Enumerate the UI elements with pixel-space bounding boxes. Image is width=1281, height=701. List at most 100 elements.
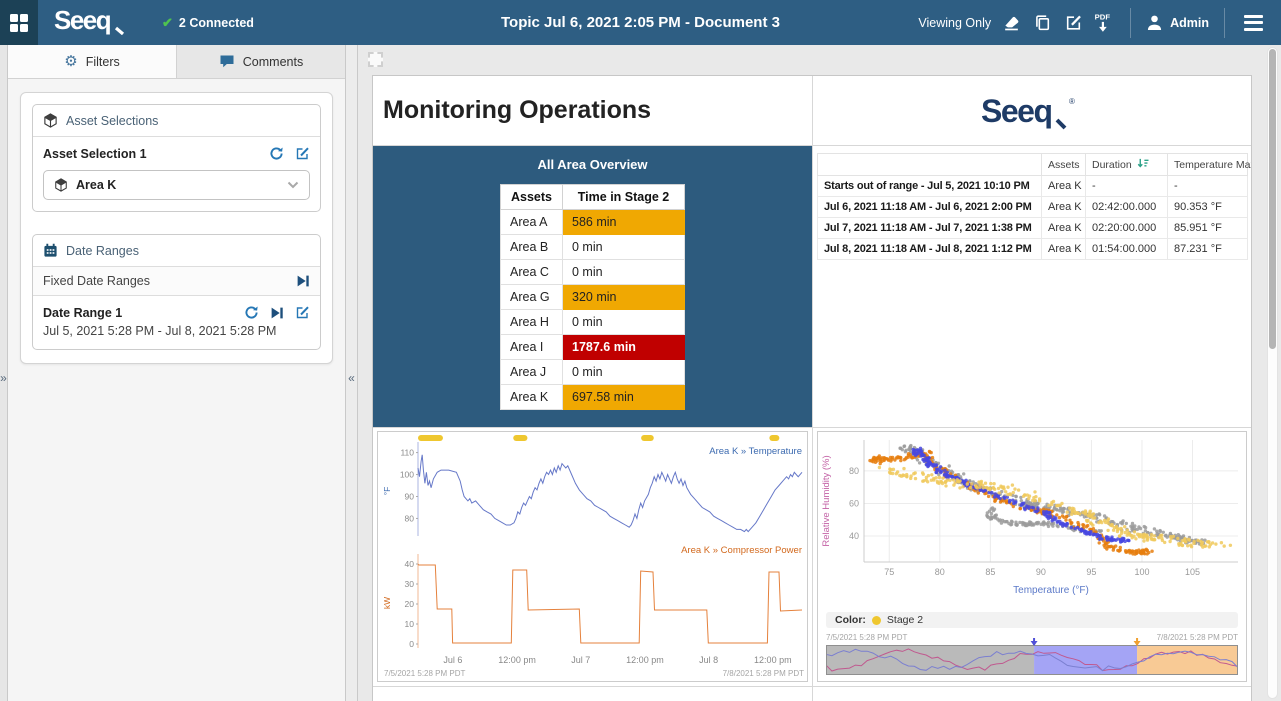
waffle-menu-button[interactable] <box>0 0 38 45</box>
table-row: Jul 8, 2021 11:18 AM - Jul 8, 2021 1:12 … <box>818 239 1248 260</box>
date-ranges-title: Date Ranges <box>66 244 139 258</box>
column-header[interactable]: Duration <box>1086 154 1168 176</box>
svg-text:kW: kW <box>382 597 392 609</box>
timebar[interactable]: 7/5/2021 5:28 PM PDT 7/8/2021 5:28 PM PDT <box>818 630 1246 682</box>
table-header-row: AssetsDurationTemperature Max <box>818 154 1248 176</box>
svg-text:7/8/2021 5:28 PM PDT: 7/8/2021 5:28 PM PDT <box>1157 633 1238 642</box>
empty-cell <box>373 687 813 701</box>
connection-status[interactable]: ✔ 2 Connected <box>162 15 254 31</box>
table-row: Area G320 min <box>501 285 685 310</box>
table-row: Area J0 min <box>501 360 685 385</box>
svg-text:80: 80 <box>849 466 859 476</box>
page-title: Monitoring Operations <box>373 76 812 145</box>
svg-text:7/5/2021 5:28 PM PDT: 7/5/2021 5:28 PM PDT <box>384 669 465 678</box>
svg-text:80: 80 <box>405 513 415 523</box>
date-range-value: Jul 5, 2021 5:28 PM - Jul 8, 2021 5:28 P… <box>43 324 310 338</box>
refresh-icon <box>269 146 284 161</box>
user-menu[interactable]: Admin <box>1146 14 1209 31</box>
empty-cell <box>813 687 1251 701</box>
svg-text:60: 60 <box>849 498 859 508</box>
asset-cell: Area A <box>501 210 563 235</box>
chevrons-right-icon[interactable]: » <box>0 371 7 385</box>
legend-item-label: Stage 2 <box>887 614 923 626</box>
edit-button[interactable] <box>295 305 310 320</box>
copy-icon[interactable] <box>1031 12 1053 34</box>
fixed-date-ranges-label: Fixed Date Ranges <box>43 274 150 288</box>
scrollbar-thumb[interactable] <box>1269 49 1276 349</box>
svg-text:100: 100 <box>400 470 414 480</box>
svg-text:7/5/2021 5:28 PM PDT: 7/5/2021 5:28 PM PDT <box>826 633 907 642</box>
value-cell: 697.58 min <box>563 385 685 410</box>
heading-cell: Monitoring Operations <box>373 76 813 146</box>
asset-cell: Area J <box>501 360 563 385</box>
condition-table-cell: AssetsDurationTemperature Max Starts out… <box>813 146 1251 428</box>
table-cell: - <box>1168 176 1248 197</box>
cube-icon <box>43 113 58 128</box>
step-forward-button[interactable] <box>270 306 284 320</box>
page-scrollbar[interactable] <box>1267 47 1278 699</box>
svg-text:Seeq: Seeq <box>54 5 111 35</box>
sidebar-collapse-rail-left[interactable]: » <box>0 45 8 701</box>
legend-dot-icon <box>872 616 881 625</box>
scatter-chart[interactable]: 7580859095100105406080Temperature (°F)Re… <box>817 431 1247 682</box>
value-cell: 0 min <box>563 260 685 285</box>
connection-status-label: 2 Connected <box>179 16 254 30</box>
table-row: Area B0 min <box>501 235 685 260</box>
svg-text:®: ® <box>1069 97 1075 106</box>
table-cell: 01:54:00.000 <box>1086 239 1168 260</box>
asset-dropdown[interactable]: Area K <box>43 170 310 200</box>
table-row: Area I1787.6 min <box>501 335 685 360</box>
table-row: Area K697.58 min <box>501 385 685 410</box>
refresh-button[interactable] <box>269 146 284 161</box>
table-row: Area H0 min <box>501 310 685 335</box>
table-cell: Area K <box>1042 176 1086 197</box>
column-header[interactable]: Temperature Max <box>1168 154 1248 176</box>
sort-icon[interactable] <box>1137 159 1149 171</box>
edit-button[interactable] <box>295 146 310 161</box>
scatter-legend: Color: Stage 2 <box>826 612 1238 628</box>
step-forward-button[interactable] <box>296 274 310 288</box>
overview-cell: All Area Overview AssetsTime in Stage 2 … <box>373 146 813 428</box>
trend-chart[interactable]: 8090100110°FArea K » Temperature01020304… <box>377 431 808 682</box>
asset-cell: Area H <box>501 310 563 335</box>
table-row: Jul 6, 2021 11:18 AM - Jul 6, 2021 2:00 … <box>818 197 1248 218</box>
svg-text:12:00 pm: 12:00 pm <box>498 655 536 665</box>
legend-color-label: Color: <box>835 614 866 626</box>
refresh-button[interactable] <box>244 305 259 320</box>
comment-icon <box>219 54 235 69</box>
date-range-name: Date Range 1 <box>43 306 122 320</box>
value-cell: 0 min <box>563 310 685 335</box>
table-cell: 02:42:00.000 <box>1086 197 1168 218</box>
edit-icon[interactable] <box>1062 12 1084 34</box>
table-row: Area C0 min <box>501 260 685 285</box>
svg-text:110: 110 <box>400 448 414 458</box>
cube-icon <box>54 178 68 192</box>
table-cell: Area K <box>1042 218 1086 239</box>
pdf-download-icon[interactable]: PDF <box>1093 12 1115 34</box>
overview-title: All Area Overview <box>373 157 812 172</box>
asset-cell: Area C <box>501 260 563 285</box>
column-header[interactable]: Assets <box>1042 154 1086 176</box>
asset-dropdown-value: Area K <box>76 178 116 192</box>
svg-text:12:00 pm: 12:00 pm <box>626 655 664 665</box>
svg-text:100: 100 <box>1134 567 1149 577</box>
document-area: Monitoring Operations Seeq ® All Area Ov… <box>358 45 1281 701</box>
svg-text:°F: °F <box>382 487 392 496</box>
svg-text:10: 10 <box>405 619 415 629</box>
svg-text:90: 90 <box>1036 567 1046 577</box>
chevrons-left-icon[interactable]: « <box>346 371 357 385</box>
tab-comments[interactable]: Comments <box>177 45 345 78</box>
table-cell: Area K <box>1042 197 1086 218</box>
scatter-chart-cell: 7580859095100105406080Temperature (°F)Re… <box>813 428 1251 687</box>
sidebar-collapse-rail-right[interactable]: « <box>345 45 358 701</box>
table-cell: 85.951 °F <box>1168 218 1248 239</box>
trend-chart-cell: 8090100110°FArea K » Temperature01020304… <box>373 428 813 687</box>
eraser-icon[interactable] <box>1000 12 1022 34</box>
seeq-logo[interactable]: Seeq <box>54 5 132 40</box>
tab-filters[interactable]: ⚙ Filters <box>8 45 177 78</box>
document-page: Monitoring Operations Seeq ® All Area Ov… <box>372 75 1252 701</box>
element-drag-handle[interactable] <box>368 52 383 67</box>
svg-text:80: 80 <box>935 567 945 577</box>
asset-cell: Area B <box>501 235 563 260</box>
hamburger-menu-button[interactable] <box>1240 11 1271 35</box>
